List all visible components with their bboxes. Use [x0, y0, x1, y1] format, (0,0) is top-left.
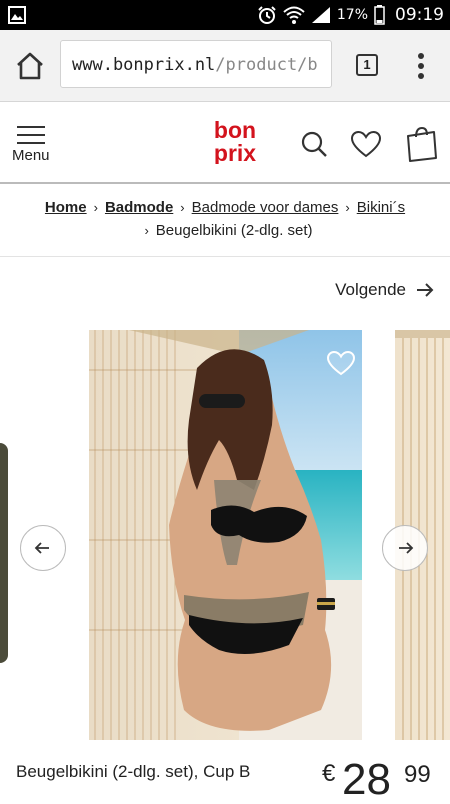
more-options-icon[interactable] [411, 52, 431, 80]
carousel-next-button[interactable] [382, 525, 428, 571]
wishlist-heart-icon[interactable] [326, 350, 356, 376]
svg-text:prix: prix [214, 140, 256, 164]
site-header: Menu bon prix [0, 102, 450, 184]
next-product-link[interactable]: Volgende [335, 278, 434, 302]
wifi-icon [283, 6, 305, 24]
address-bar[interactable]: www.bonprix.nl/product/b [60, 40, 332, 88]
breadcrumb-badmode-voor-dames[interactable]: Badmode voor dames [192, 199, 339, 216]
arrow-right-icon [417, 283, 434, 297]
search-icon[interactable] [300, 130, 328, 158]
menu-icon [17, 126, 45, 144]
home-icon[interactable] [14, 50, 46, 82]
product-image-carousel[interactable] [0, 330, 450, 740]
breadcrumb-bikinis[interactable]: Bikini´s [357, 199, 405, 216]
signal-icon [311, 7, 330, 23]
url-path: /product/b [215, 55, 318, 75]
tabs-icon[interactable]: 1 [356, 54, 378, 76]
price-currency: € [322, 760, 336, 787]
product-title: Beugelbikini (2-dlg. set), Cup B [16, 762, 251, 781]
menu-label: Menu [12, 147, 50, 164]
price-integer: 28 [342, 755, 391, 804]
url-host: www.bonprix.nl [72, 55, 216, 75]
breadcrumb-badmode[interactable]: Badmode [105, 199, 173, 216]
product-photo [89, 330, 362, 740]
breadcrumb-separator: › [144, 223, 149, 238]
arrow-right-icon [399, 542, 414, 554]
battery-icon [374, 5, 385, 25]
previous-product-image [0, 443, 8, 663]
price-decimal: 99 [404, 761, 431, 788]
shopping-bag-icon[interactable] [404, 126, 438, 162]
clock: 09:19 [395, 5, 444, 25]
breadcrumb-home[interactable]: Home [45, 199, 87, 216]
alarm-icon [258, 6, 276, 24]
breadcrumb: Home › Badmode › Badmode voor dames › Bikini´s… [0, 184, 450, 257]
menu-button[interactable]: Menu [12, 124, 52, 168]
breadcrumb-separator: › [345, 200, 350, 215]
breadcrumb-separator: › [180, 200, 185, 215]
carousel-prev-button[interactable] [20, 525, 66, 571]
breadcrumb-current: Beugelbikini (2-dlg. set) [155, 222, 313, 239]
status-bar: 17% 09:19 [0, 0, 450, 30]
heart-icon[interactable] [350, 130, 382, 158]
gallery-icon [8, 6, 26, 24]
arrow-left-icon [34, 542, 49, 554]
breadcrumb-separator: › [93, 200, 98, 215]
battery-percent: 17% [336, 7, 368, 23]
bonprix-logo[interactable]: bon prix [203, 118, 267, 164]
next-product-label: Volgende [335, 280, 406, 299]
browser-toolbar: www.bonprix.nl/product/b 1 [0, 30, 450, 102]
